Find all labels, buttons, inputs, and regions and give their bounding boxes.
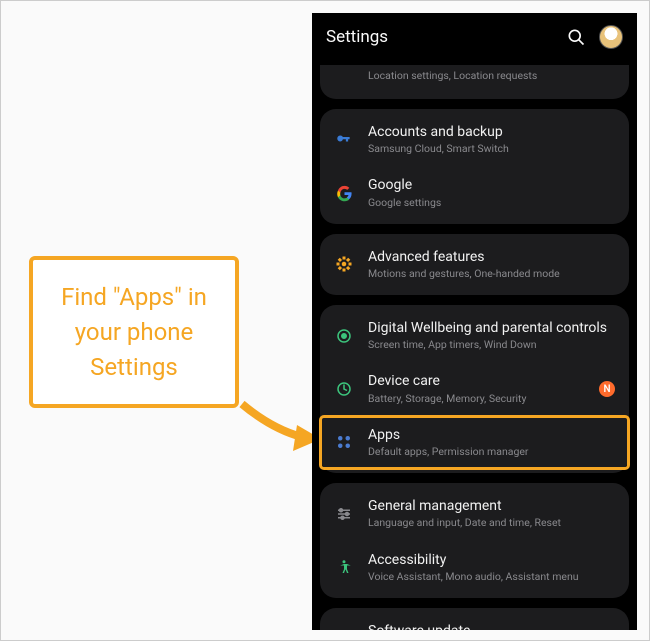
settings-item-accessibility[interactable]: Accessibility Voice Assistant, Mono audi… (320, 541, 629, 594)
location-icon (334, 65, 354, 85)
apps-grid-icon (334, 432, 354, 452)
settings-item-device-care[interactable]: Device care Battery, Storage, Memory, Se… (320, 362, 629, 415)
settings-group: Accounts and backup Samsung Cloud, Smart… (320, 109, 629, 224)
download-icon (334, 629, 354, 630)
settings-group: Advanced features Motions and gestures, … (320, 234, 629, 295)
item-title: Accounts and backup (368, 123, 615, 141)
item-subtitle: Default apps, Permission manager (368, 445, 615, 459)
page-title: Settings (326, 27, 553, 47)
item-title: Apps (368, 426, 615, 444)
item-subtitle: Location settings, Location requests (368, 69, 615, 82)
item-subtitle: Motions and gestures, One-handed mode (368, 267, 615, 281)
settings-list: Location settings, Location requests Acc… (312, 61, 637, 630)
accessibility-icon (334, 557, 354, 577)
search-button[interactable] (565, 26, 587, 48)
item-title: Digital Wellbeing and parental controls (368, 319, 615, 337)
item-subtitle: Samsung Cloud, Smart Switch (368, 142, 615, 156)
settings-item-digital-wellbeing[interactable]: Digital Wellbeing and parental controls … (320, 309, 629, 362)
item-subtitle: Screen time, App timers, Wind Down (368, 338, 615, 352)
settings-item-location[interactable]: Location settings, Location requests (320, 65, 629, 95)
settings-item-advanced-features[interactable]: Advanced features Motions and gestures, … (320, 238, 629, 291)
settings-item-apps[interactable]: Apps Default apps, Permission manager (320, 416, 629, 469)
settings-item-general-management[interactable]: General management Language and input, D… (320, 487, 629, 540)
item-title: Software update (368, 622, 615, 630)
item-title: Advanced features (368, 248, 615, 266)
google-icon (334, 183, 354, 203)
settings-header: Settings (312, 13, 637, 61)
item-subtitle: Battery, Storage, Memory, Security (368, 392, 585, 406)
wellbeing-icon (334, 326, 354, 346)
profile-avatar[interactable] (599, 25, 623, 49)
phone-screen: Settings Location settings, Location req… (312, 13, 637, 630)
item-subtitle: Voice Assistant, Mono audio, Assistant m… (368, 570, 615, 584)
item-subtitle: Language and input, Date and time, Reset (368, 516, 615, 530)
item-title: Accessibility (368, 551, 615, 569)
settings-item-software-update[interactable]: Software update Download updates, Last u… (320, 612, 629, 630)
settings-item-accounts-backup[interactable]: Accounts and backup Samsung Cloud, Smart… (320, 113, 629, 166)
key-icon (334, 130, 354, 150)
item-title: Device care (368, 372, 585, 390)
gear-flower-icon (334, 254, 354, 274)
item-subtitle: Google settings (368, 196, 615, 210)
callout-text: Find "Apps" in your phone Settings (61, 283, 207, 381)
settings-group: Digital Wellbeing and parental controls … (320, 305, 629, 473)
settings-group: Location settings, Location requests (320, 65, 629, 99)
sliders-icon (334, 504, 354, 524)
search-icon (566, 27, 586, 47)
item-title: General management (368, 497, 615, 515)
notification-badge: N (599, 381, 615, 397)
instruction-callout: Find "Apps" in your phone Settings (29, 256, 239, 408)
item-title: Google (368, 176, 615, 194)
settings-group: Software update Download updates, Last u… (320, 608, 629, 630)
device-care-icon (334, 379, 354, 399)
settings-item-google[interactable]: Google Google settings (320, 166, 629, 219)
settings-group: General management Language and input, D… (320, 483, 629, 598)
